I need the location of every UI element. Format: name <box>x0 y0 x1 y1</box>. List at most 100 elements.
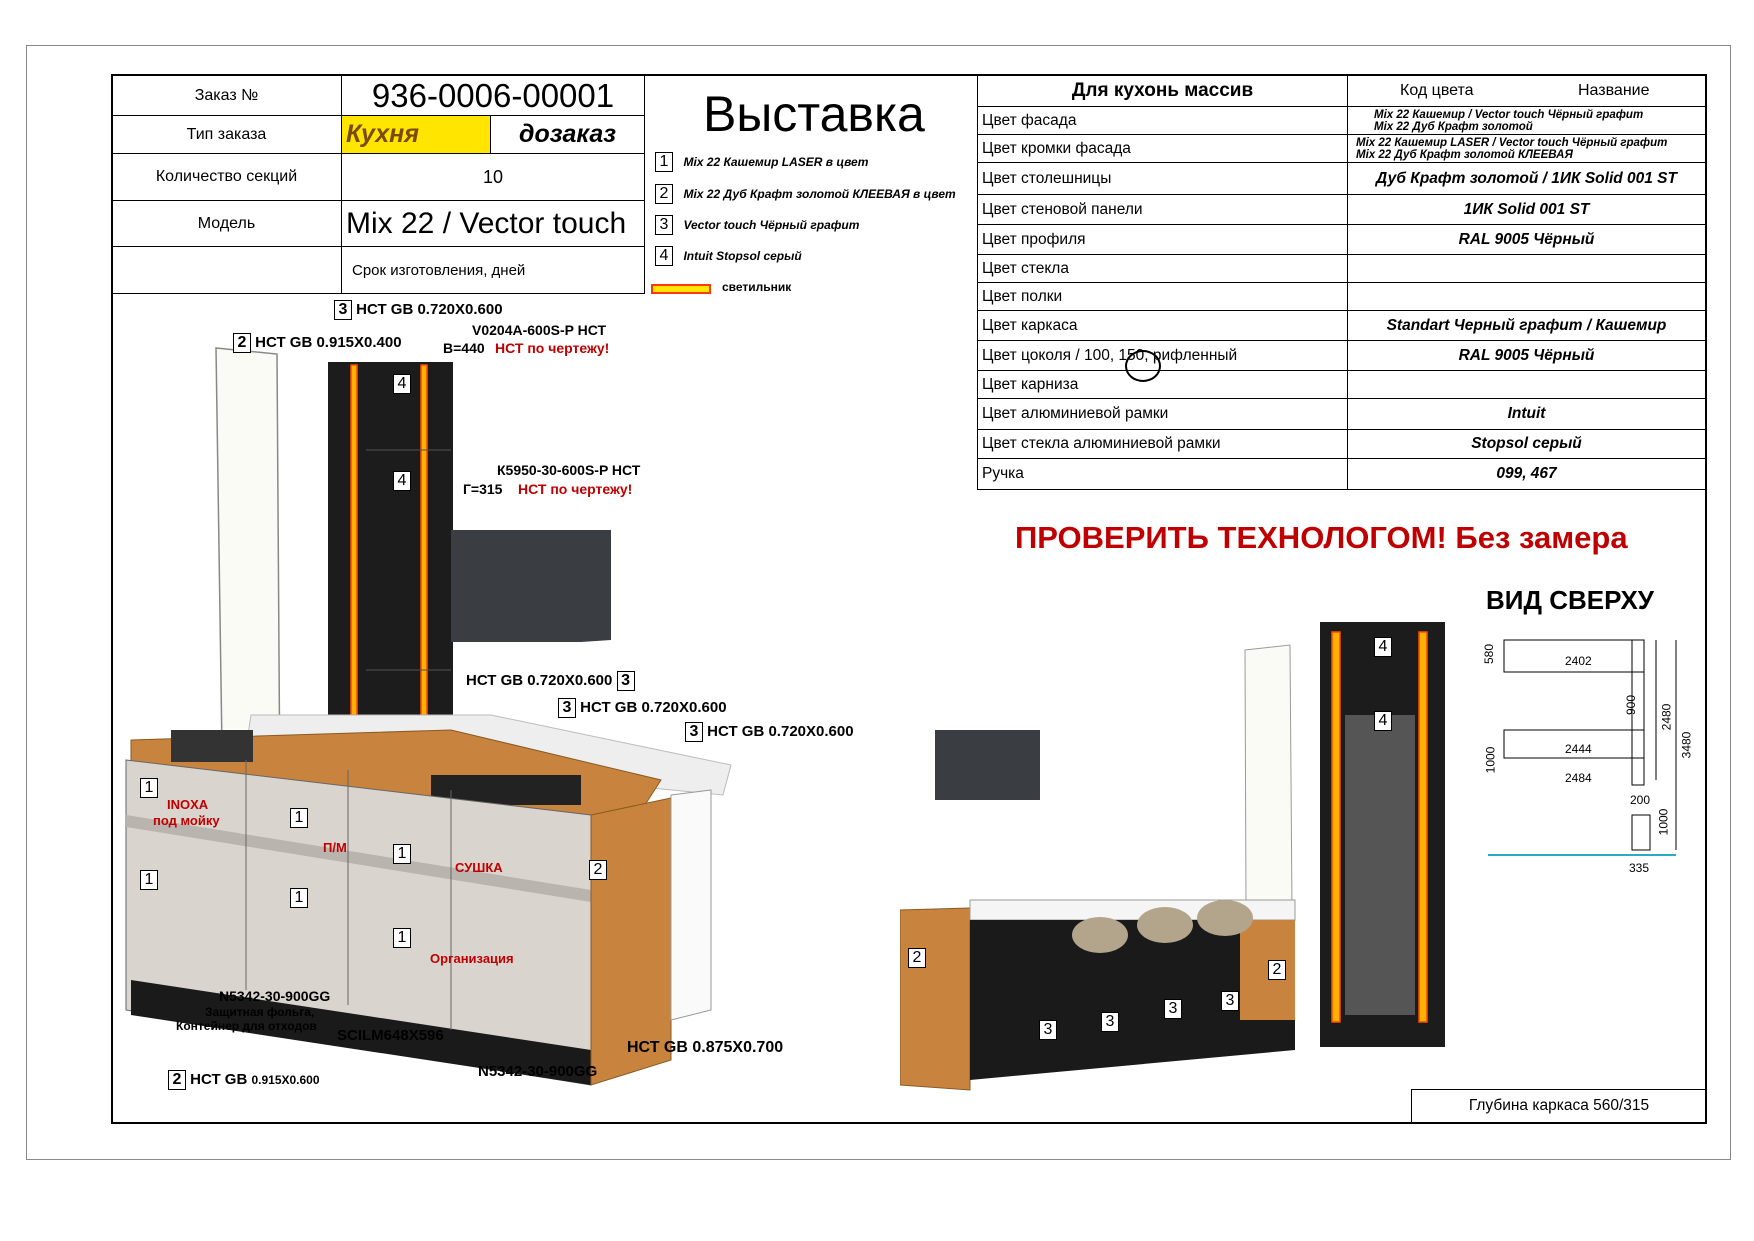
spec-value-3: 1ИК Solid 001 ST <box>1347 194 1706 225</box>
spec-label-10: Цвет алюминиевой рамки <box>977 398 1348 430</box>
lamp-left <box>350 364 358 716</box>
mark-3d: 3 <box>1221 991 1239 1011</box>
callout-2: 2 НСТ GB 0.915Х0.400 <box>233 333 402 353</box>
spec-value-8: RAL 9005 Чёрный <box>1347 340 1706 371</box>
sink <box>171 730 253 762</box>
legend-text-4: Intuit Stopsol серый <box>683 249 802 263</box>
spec-value-0-line2: Mix 22 Дуб Крафт золотой <box>1374 120 1533 133</box>
lamp-right-2 <box>1418 631 1428 1023</box>
depth-note: Глубина каркаса 560/315 <box>1411 1089 1706 1123</box>
mark-1c: 1 <box>393 844 411 864</box>
spec-table: Для кухонь массив Код цвета Название Цве… <box>977 75 1706 490</box>
spec-header: Для кухонь массив <box>977 75 1348 107</box>
order-table: Заказ № 936-0006-00001 Тип заказа Кухня … <box>111 75 645 294</box>
stool-seat-2 <box>1137 907 1193 943</box>
legend-item-3: 3 Vector touch Чёрный графит <box>655 215 859 235</box>
dim-2480: 2480 <box>1659 703 1674 731</box>
dim-580: 580 <box>1482 643 1497 665</box>
plinth-150-circle <box>1125 350 1161 382</box>
mark-1e: 1 <box>290 888 308 908</box>
spec-label-3: Цвет стеновой панели <box>977 194 1348 225</box>
legend-num-4: 4 <box>655 246 673 266</box>
order-number-label: Заказ № <box>111 75 342 116</box>
n2-label: N5342-30-900GG <box>478 1063 598 1080</box>
spec-value-5 <box>1347 254 1706 283</box>
spec-label-1: Цвет кромки фасада <box>977 134 1348 163</box>
legend-num-2: 2 <box>655 184 673 204</box>
spec-header-right: Код цвета Название <box>1347 75 1706 107</box>
spec-value-1: Mix 22 Кашемир LASER / Vector touch Чёрн… <box>1347 134 1706 163</box>
model-label: Модель <box>111 200 342 247</box>
mark-3b: 3 <box>1101 1012 1119 1032</box>
mark-4b: 4 <box>393 471 411 491</box>
spec-value-2: Дуб Крафт золотой / 1ИК Solid 001 ST <box>1347 162 1706 195</box>
dim-2444: 2444 <box>1565 742 1592 756</box>
mark-1b: 1 <box>290 808 308 828</box>
mark-4c: 4 <box>1374 637 1392 657</box>
sections-label: Количество секций <box>111 153 342 201</box>
dim-200: 200 <box>1630 793 1651 807</box>
callout-3-red: НСТ по чертежу! <box>495 340 610 356</box>
spec-value-6 <box>1347 282 1706 311</box>
lamp-right <box>420 364 428 716</box>
legend-item-1: 1 Mix 22 Кашемир LASER в цвет <box>655 152 868 172</box>
spec-label-8: Цвет цоколя / 100, 150, рифленный <box>977 340 1348 371</box>
dim-1000b: 1000 <box>1656 808 1671 836</box>
org-label: Организация <box>430 951 514 966</box>
callout-7: 3 НСТ GB 0.720Х0.600 <box>685 722 854 742</box>
callout-4-red: НСТ по чертежу! <box>518 481 633 497</box>
mark-3a: 3 <box>1039 1020 1057 1040</box>
spec-label-11: Цвет стекла алюминиевой рамки <box>977 429 1348 459</box>
spec-label-5: Цвет стекла <box>977 254 1348 283</box>
n1-label: N5342-30-900GG <box>219 988 331 1004</box>
order-number: 936-0006-00001 <box>341 75 645 116</box>
dim-1000: 1000 <box>1483 746 1498 774</box>
sections-value: 10 <box>341 153 645 201</box>
dim-900: 900 <box>1624 694 1639 716</box>
mark-1f: 1 <box>393 928 411 948</box>
scilm-label: SCILM648X596 <box>337 1027 444 1044</box>
callout-6: 3 НСТ GB 0.720Х0.600 <box>558 698 727 718</box>
mark-2b: 2 <box>908 948 926 968</box>
spec-label-6: Цвет полки <box>977 282 1348 311</box>
spec-label-2: Цвет столешницы <box>977 162 1348 195</box>
kitchen-perspective-view <box>900 622 1445 1091</box>
callout-5: НСТ GB 0.720Х0.600 3 <box>466 671 635 691</box>
n1-note-1: Защитная фольга, <box>205 1005 315 1019</box>
mark-2a: 2 <box>589 860 607 880</box>
legend-text-2: Mix 22 Дуб Крафт золотой КЛЕЕВАЯ в цвет <box>683 187 956 201</box>
spec-label-7: Цвет каркаса <box>977 310 1348 341</box>
callout-3b: В=440 <box>443 340 485 356</box>
hood-right <box>935 730 1040 800</box>
legend-text-3: Vector touch Чёрный графит <box>683 218 860 232</box>
cabinet-glass <box>1345 715 1415 1015</box>
order-type-value: Кухня <box>341 115 491 154</box>
legend-num-3: 3 <box>655 215 673 235</box>
stool-seat-3 <box>1197 900 1253 936</box>
spec-label-0: Цвет фасада <box>977 106 1348 135</box>
inoxa-label: INOXA <box>167 797 209 812</box>
legend-text-1: Mix 22 Кашемир LASER в цвет <box>683 155 869 169</box>
dim-335: 335 <box>1629 861 1650 875</box>
spec-value-7: Standart Черный графит / Кашемир <box>1347 310 1706 341</box>
hct-label-1: НСТ GB 0.875Х0.700 <box>627 1039 784 1056</box>
spec-label-4: Цвет профиля <box>977 224 1348 255</box>
glass-panel-right <box>1244 644 1293 911</box>
spec-value-1-line1: Mix 22 Кашемир LASER / Vector touch Чёрн… <box>1356 136 1668 149</box>
stool-seat-1 <box>1072 917 1128 953</box>
n1-note-2: Контейнер для отходов <box>176 1019 317 1033</box>
spec-value-11: Stopsol серый <box>1347 429 1706 459</box>
mark-3c: 3 <box>1164 999 1182 1019</box>
callout-1: 3 НСТ GB 0.720Х0.600 <box>334 300 503 320</box>
mark-4d: 4 <box>1374 711 1392 731</box>
mark-4a: 4 <box>393 374 411 394</box>
callout-4b: Г=315 <box>463 481 503 497</box>
empty-cell <box>111 246 342 294</box>
legend-item-2: 2 Mix 22 Дуб Крафт золотой КЛЕЕВАЯ в цве… <box>655 184 956 204</box>
legend-item-4: 4 Intuit Stopsol серый <box>655 246 802 266</box>
hood <box>451 530 611 642</box>
dim-2484: 2484 <box>1565 771 1592 785</box>
mark-1d: 1 <box>140 870 158 890</box>
hct-label-2: 2 НСТ GB 0.915Х0.600 <box>168 1070 320 1090</box>
page-title: Выставка <box>703 86 925 142</box>
